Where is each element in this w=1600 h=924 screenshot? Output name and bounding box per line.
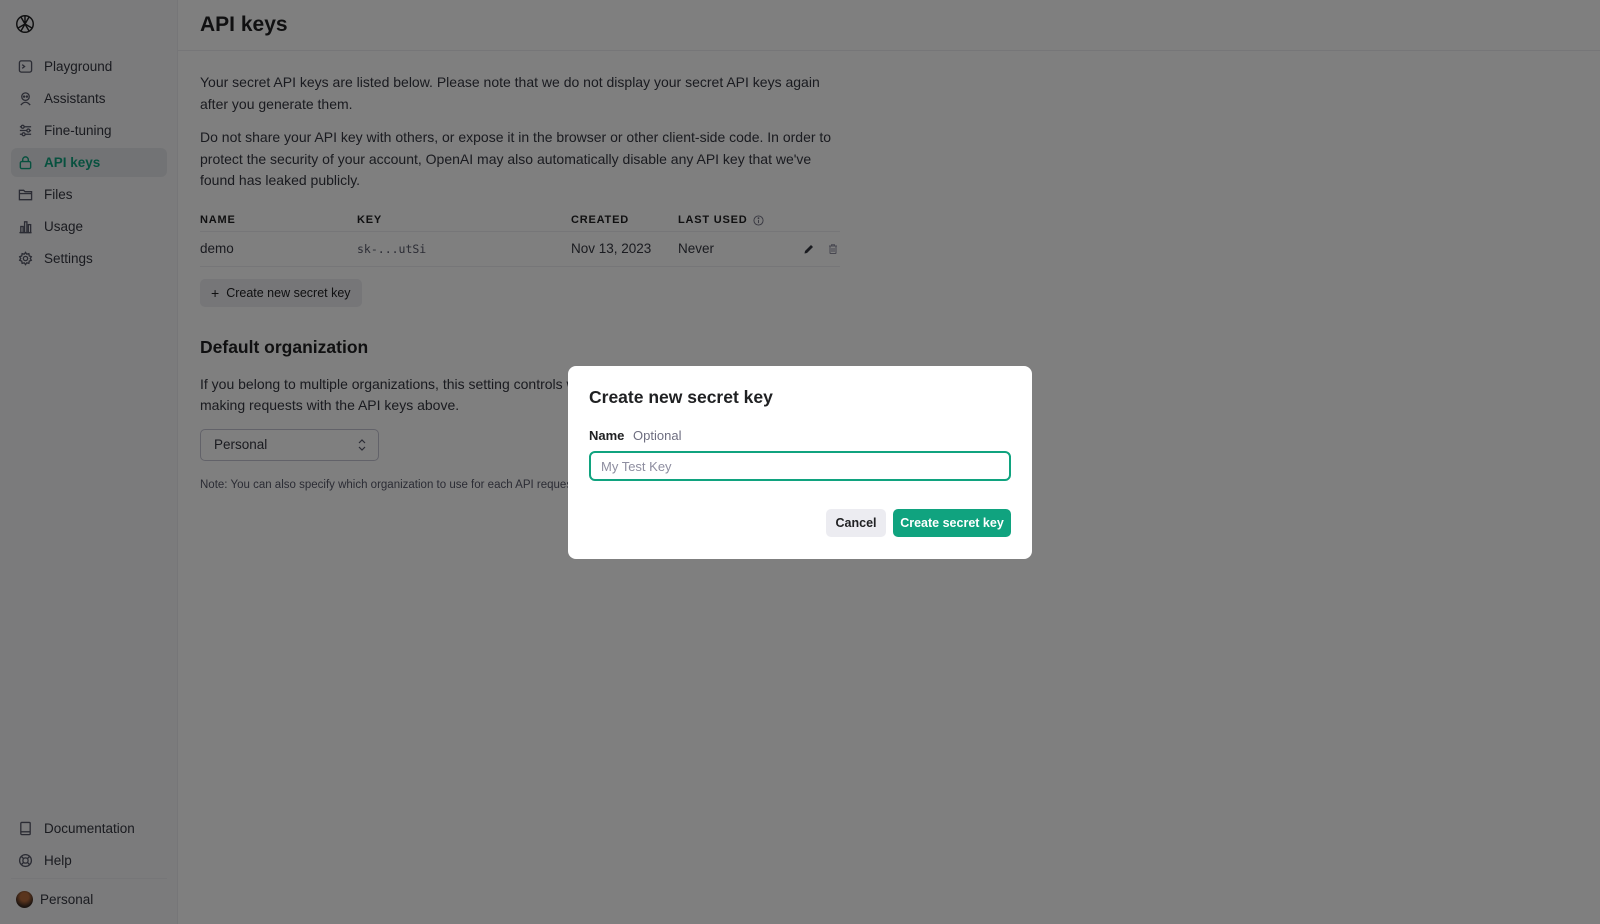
name-field-label: Name Optional [589,428,681,443]
key-name-input[interactable] [589,451,1011,481]
app-window: Playground Assistants Fine-tuning API ke… [0,0,1600,924]
cancel-button[interactable]: Cancel [826,509,886,537]
dialog-title: Create new secret key [589,387,773,407]
optional-label: Optional [633,428,682,443]
create-secret-key-button[interactable]: Create secret key [893,509,1011,537]
name-label: Name [589,428,625,443]
create-secret-key-dialog: Create new secret key Name Optional Canc… [568,366,1032,559]
